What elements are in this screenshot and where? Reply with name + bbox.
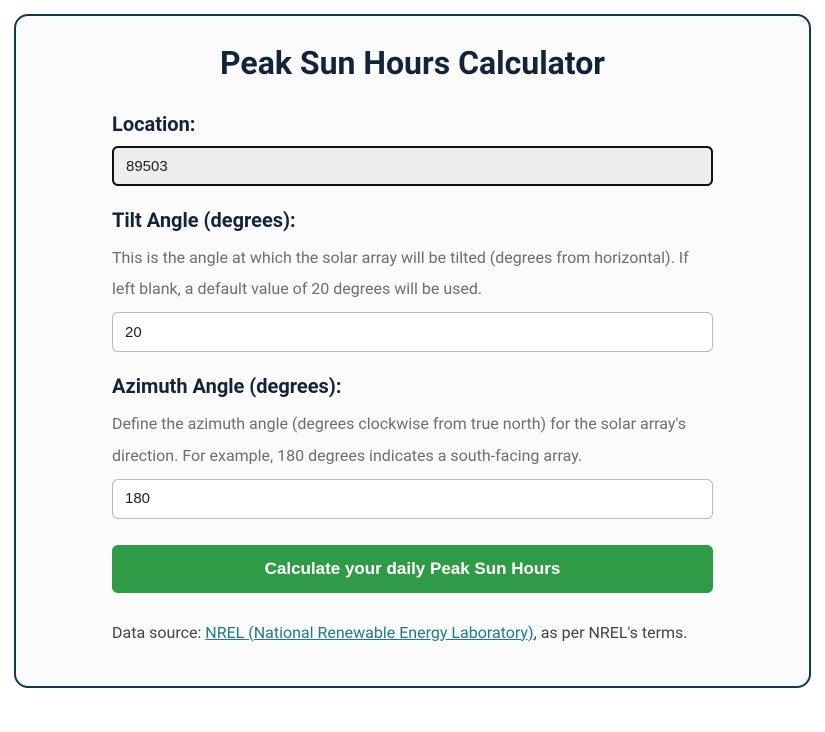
azimuth-input[interactable] [112, 479, 713, 519]
nrel-link[interactable]: NREL (National Renewable Energy Laborato… [205, 623, 533, 642]
calculate-button[interactable]: Calculate your daily Peak Sun Hours [112, 545, 713, 593]
azimuth-label: Azimuth Angle (degrees): [112, 374, 713, 398]
footer-suffix: , as per NREL's terms. [534, 623, 688, 642]
tilt-description: This is the angle at which the solar arr… [112, 242, 713, 304]
footer-text: Data source: NREL (National Renewable En… [112, 617, 713, 648]
calculator-card: Peak Sun Hours Calculator Location: Tilt… [14, 14, 811, 688]
location-label: Location: [112, 112, 713, 136]
tilt-label: Tilt Angle (degrees): [112, 208, 713, 232]
page-title: Peak Sun Hours Calculator [112, 44, 713, 82]
location-group: Location: [112, 112, 713, 186]
azimuth-group: Azimuth Angle (degrees): Define the azim… [112, 374, 713, 518]
azimuth-description: Define the azimuth angle (degrees clockw… [112, 408, 713, 470]
location-input[interactable] [112, 146, 713, 186]
footer-prefix: Data source: [112, 623, 205, 642]
tilt-input[interactable] [112, 312, 713, 352]
tilt-group: Tilt Angle (degrees): This is the angle … [112, 208, 713, 352]
